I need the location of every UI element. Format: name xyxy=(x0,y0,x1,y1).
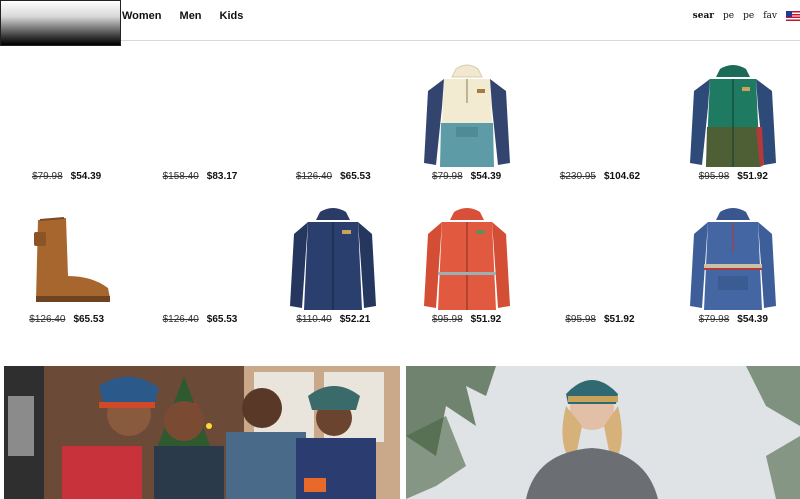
product-card[interactable]: $126.40 $65.53 xyxy=(267,41,400,184)
sale-price: $65.53 xyxy=(73,314,105,325)
brand-logo[interactable] xyxy=(0,0,121,46)
product-row: $79.98 $54.39 $158.40 $83.17 $126.40 $65.53… xyxy=(0,41,800,184)
price-line: $110.40 $52.21 xyxy=(267,314,400,325)
product-card[interactable]: $110.40 $52.21 xyxy=(267,184,400,327)
product-card[interactable]: $79.98 $54.39 xyxy=(667,184,800,327)
price-line: $126.40 $65.53 xyxy=(267,171,400,182)
us-flag-icon[interactable] xyxy=(786,11,800,21)
main-nav: Women Men Kids xyxy=(122,10,243,22)
anorak-cream-teal-image xyxy=(423,64,510,167)
original-price: $158.40 xyxy=(162,171,199,182)
price-line: $126.40 $65.53 xyxy=(0,314,133,325)
sale-price: $52.21 xyxy=(339,314,371,325)
promo-banner-family[interactable] xyxy=(4,366,400,499)
product-card[interactable]: $126.40 $65.53 xyxy=(0,184,133,327)
original-price: $79.98 xyxy=(698,314,730,325)
product-card[interactable]: $79.98 $54.39 xyxy=(400,41,533,184)
price-line: $95.98 $51.92 xyxy=(667,171,800,182)
original-price: $230.95 xyxy=(559,171,596,182)
product-card[interactable]: $95.98 $51.92 xyxy=(533,184,666,327)
sale-price: $65.53 xyxy=(340,171,371,182)
sale-price: $54.39 xyxy=(70,171,102,182)
original-price: $95.98 xyxy=(565,314,596,325)
original-price: $95.98 xyxy=(432,314,463,325)
price-line: $79.98 $54.39 xyxy=(400,171,533,182)
sale-price: $54.39 xyxy=(737,314,768,325)
price-line: $230.95 $104.62 xyxy=(533,171,666,182)
woman-outdoor-photo-image xyxy=(406,366,800,499)
product-card[interactable]: $158.40 $83.17 xyxy=(133,41,266,184)
product-card[interactable]: $126.40 $65.53 xyxy=(133,184,266,327)
family-photo-image xyxy=(4,366,400,499)
price-line: $79.98 $54.39 xyxy=(667,314,800,325)
nav-women[interactable]: Women xyxy=(122,10,162,22)
price-line: $95.98 $51.92 xyxy=(400,314,533,325)
anorak-blue-image xyxy=(690,208,777,310)
jacket-red-image xyxy=(423,208,510,310)
original-price: $95.98 xyxy=(698,171,730,182)
utility-link-3[interactable]: pe xyxy=(743,11,754,21)
favorites-link[interactable]: fav xyxy=(763,11,777,21)
utility-links: sear pe pe fav xyxy=(693,11,800,21)
sale-price: $104.62 xyxy=(603,171,641,182)
price-line: $126.40 $65.53 xyxy=(133,314,266,325)
original-price: $79.98 xyxy=(32,171,63,182)
product-card[interactable]: $95.98 $51.92 xyxy=(667,41,800,184)
product-card[interactable]: $230.95 $104.62 xyxy=(533,41,666,184)
product-grid: $79.98 $54.39 $158.40 $83.17 $126.40 $65.53… xyxy=(0,41,800,327)
original-price: $126.40 xyxy=(162,314,199,325)
product-card[interactable]: $95.98 $51.92 xyxy=(400,184,533,327)
price-line: $95.98 $51.92 xyxy=(533,314,666,325)
nav-kids[interactable]: Kids xyxy=(220,10,244,22)
promo-banner-outdoor[interactable] xyxy=(406,366,800,499)
price-line: $158.40 $83.17 xyxy=(133,171,266,182)
site-header: Women Men Kids sear pe pe fav xyxy=(0,0,800,46)
sale-price: $51.92 xyxy=(737,171,768,182)
sale-price: $51.92 xyxy=(603,314,635,325)
original-price: $110.40 xyxy=(296,314,332,325)
utility-link-2[interactable]: pe xyxy=(723,11,734,21)
jacket-navy-image xyxy=(290,208,377,310)
boot-brown-image xyxy=(33,217,110,302)
price-line: $79.98 $54.39 xyxy=(0,171,133,182)
jacket-green-navy-image xyxy=(690,65,777,167)
product-row: $126.40 $65.53 $126.40 $65.53 $110.40 $52.2… xyxy=(0,184,800,327)
original-price: $126.40 xyxy=(295,171,333,182)
original-price: $79.98 xyxy=(432,171,463,182)
sale-price: $83.17 xyxy=(206,171,238,182)
search-link[interactable]: sear xyxy=(693,11,714,21)
nav-men[interactable]: Men xyxy=(180,10,202,22)
sale-price: $54.39 xyxy=(470,171,502,182)
sale-price: $51.92 xyxy=(470,314,502,325)
product-card[interactable]: $79.98 $54.39 xyxy=(0,41,133,184)
original-price: $126.40 xyxy=(29,314,66,325)
sale-price: $65.53 xyxy=(206,314,238,325)
